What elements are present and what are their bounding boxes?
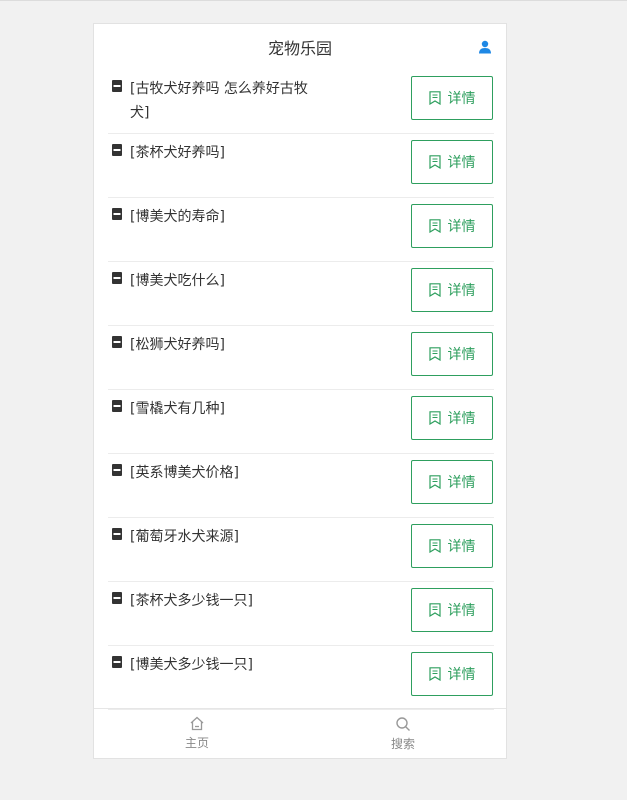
- detail-button[interactable]: 详情: [411, 460, 493, 504]
- item-title: [葡萄牙水犬来源]: [130, 529, 239, 545]
- detail-button[interactable]: 详情: [411, 524, 493, 568]
- news-icon: [112, 272, 122, 284]
- item-title: [博美犬多少钱一只]: [130, 657, 253, 673]
- list-item: [葡萄牙水犬来源] 详情: [108, 518, 494, 582]
- news-icon: [112, 80, 122, 92]
- app-frame: 宠物乐园 [古牧犬好养吗 怎么养好古牧犬] 详情 [茶杯犬好养吗] 详情 [博美犬的寿命…: [93, 23, 507, 759]
- news-icon: [112, 208, 122, 220]
- list-item: [博美犬多少钱一只] 详情: [108, 646, 494, 710]
- news-icon: [112, 528, 122, 540]
- bookmark-icon: [428, 667, 441, 681]
- bookmark-icon: [428, 91, 441, 105]
- detail-button[interactable]: 详情: [411, 140, 493, 184]
- item-title: [博美犬吃什么]: [130, 273, 225, 289]
- detail-button[interactable]: 详情: [411, 332, 493, 376]
- list-item: [博美犬吃什么] 详情: [108, 262, 494, 326]
- article-list: [古牧犬好养吗 怎么养好古牧犬] 详情 [茶杯犬好养吗] 详情 [博美犬的寿命] 详情 [博…: [108, 70, 494, 710]
- top-divider: [0, 0, 627, 1]
- detail-button[interactable]: 详情: [411, 588, 493, 632]
- list-item: [茶杯犬好养吗] 详情: [108, 134, 494, 198]
- tab-search[interactable]: 搜索: [300, 709, 506, 758]
- detail-button-label: 详情: [447, 283, 476, 299]
- list-item: [雪橇犬有几种] 详情: [108, 390, 494, 454]
- detail-button-label: 详情: [447, 667, 476, 683]
- bookmark-icon: [428, 475, 441, 489]
- tab-bar: 主页 搜索: [94, 708, 506, 758]
- detail-button[interactable]: 详情: [411, 396, 493, 440]
- news-icon: [112, 464, 122, 476]
- news-icon: [112, 592, 122, 604]
- detail-button[interactable]: 详情: [411, 204, 493, 248]
- header: 宠物乐园: [94, 24, 506, 70]
- home-icon: [190, 716, 204, 731]
- list-item: [茶杯犬多少钱一只] 详情: [108, 582, 494, 646]
- tab-search-label: 搜索: [390, 736, 415, 751]
- item-title: [茶杯犬多少钱一只]: [130, 593, 253, 609]
- item-title: [雪橇犬有几种]: [130, 401, 225, 417]
- page-title: 宠物乐园: [267, 39, 332, 58]
- detail-button[interactable]: 详情: [411, 76, 493, 120]
- detail-button-label: 详情: [447, 155, 476, 171]
- news-icon: [112, 336, 122, 348]
- item-title: [英系博美犬价格]: [130, 465, 239, 481]
- bookmark-icon: [428, 539, 441, 553]
- bookmark-icon: [428, 603, 441, 617]
- list-item: [博美犬的寿命] 详情: [108, 198, 494, 262]
- detail-button-label: 详情: [447, 603, 476, 619]
- detail-button-label: 详情: [447, 347, 476, 363]
- list-item: [松狮犬好养吗] 详情: [108, 326, 494, 390]
- news-icon: [112, 144, 122, 156]
- news-icon: [112, 656, 122, 668]
- news-icon: [112, 400, 122, 412]
- bookmark-icon: [428, 155, 441, 169]
- detail-button[interactable]: 详情: [411, 652, 493, 696]
- bookmark-icon: [428, 283, 441, 297]
- detail-button-label: 详情: [447, 475, 476, 491]
- bookmark-icon: [428, 219, 441, 233]
- item-title: [松狮犬好养吗]: [130, 337, 225, 353]
- bookmark-icon: [428, 347, 441, 361]
- detail-button-label: 详情: [447, 539, 476, 555]
- search-icon: [396, 716, 410, 731]
- bookmark-icon: [428, 411, 441, 425]
- tab-home[interactable]: 主页: [94, 709, 300, 758]
- list-item: [古牧犬好养吗 怎么养好古牧犬] 详情: [108, 70, 494, 134]
- user-icon[interactable]: [478, 40, 492, 54]
- tab-home-label: 主页: [184, 736, 209, 750]
- detail-button-label: 详情: [447, 91, 476, 107]
- item-title: [茶杯犬好养吗]: [130, 145, 225, 161]
- item-title: [古牧犬好养吗 怎么养好古牧犬]: [130, 81, 308, 121]
- detail-button[interactable]: 详情: [411, 268, 493, 312]
- detail-button-label: 详情: [447, 411, 476, 427]
- list-item: [英系博美犬价格] 详情: [108, 454, 494, 518]
- item-title: [博美犬的寿命]: [130, 209, 225, 225]
- detail-button-label: 详情: [447, 219, 476, 235]
